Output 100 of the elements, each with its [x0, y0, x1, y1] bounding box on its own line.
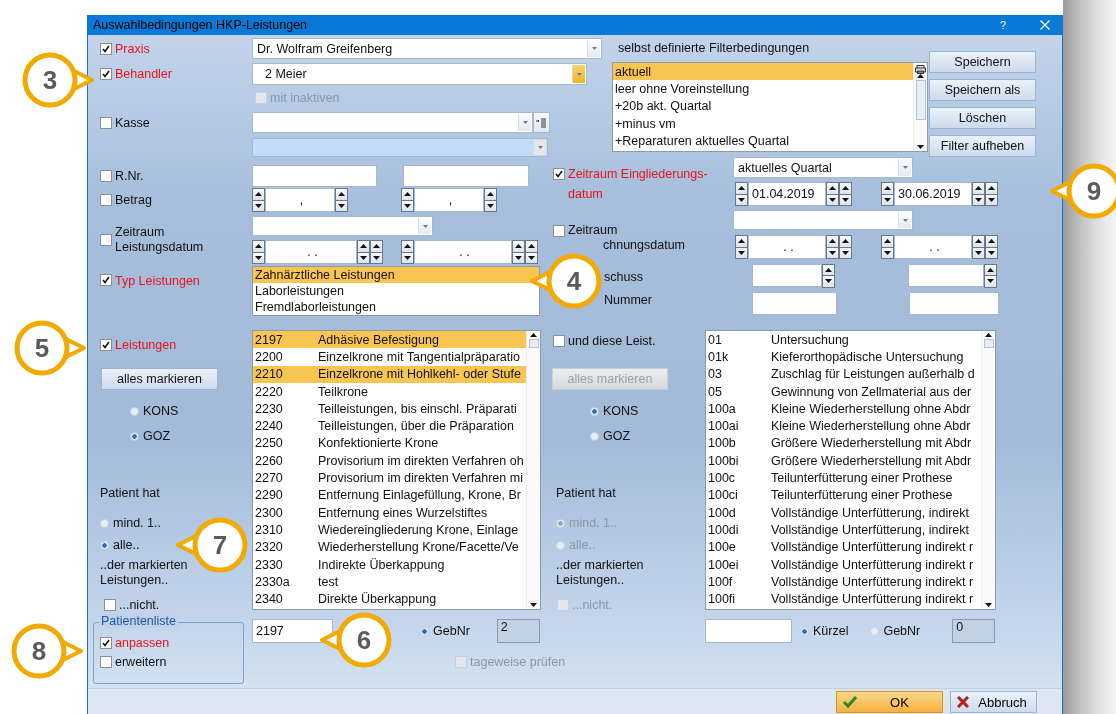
- radio-button[interactable]: [870, 626, 880, 636]
- filter-button[interactable]: Speichern als: [929, 79, 1036, 101]
- spin-up-button[interactable]: [985, 182, 998, 195]
- spin-up-button[interactable]: [881, 182, 894, 195]
- radio-button[interactable]: [800, 626, 809, 636]
- spin-up-button[interactable]: [401, 240, 414, 253]
- list-item[interactable]: 2230 Teilleistungen, bis einschl. Präparati: [253, 400, 526, 418]
- amount-field[interactable]: ,: [265, 188, 335, 212]
- list-item[interactable]: 2330a test: [253, 573, 526, 591]
- cancel-button[interactable]: Abbruch: [950, 691, 1037, 713]
- list-item[interactable]: 01 Untersuchung: [706, 331, 981, 349]
- list-item[interactable]: 2260 Provisorium im direkten Verfahren oh: [253, 452, 526, 470]
- list-item[interactable]: 100e Vollständige Unterfütterung indirekt r: [706, 538, 981, 556]
- spin-up-button[interactable]: [881, 235, 894, 248]
- radio-button[interactable]: [590, 406, 599, 416]
- list-item[interactable]: 2290 Entfernung Einlagefüllung, Krone, Br: [253, 486, 526, 504]
- list-item[interactable]: 100d Vollständige Unterfütterung, indirekt: [706, 503, 981, 522]
- list-item[interactable]: 03 Zuschlag für Leistungen außerhalb d: [706, 365, 981, 383]
- spin-up-button[interactable]: [252, 188, 265, 201]
- spin-up-button[interactable]: [826, 235, 839, 248]
- radio-button[interactable]: [420, 626, 429, 636]
- help-button[interactable]: ?: [999, 19, 1006, 31]
- dropdown-field[interactable]: 2 Meier: [252, 63, 587, 85]
- dropdown-field[interactable]: [733, 210, 913, 230]
- mark-all-button[interactable]: alles markieren: [101, 368, 218, 390]
- dropdown-field[interactable]: [252, 112, 533, 133]
- search-field[interactable]: [705, 619, 792, 643]
- list-item[interactable]: +20b akt. Quartal: [613, 97, 913, 116]
- amount-field[interactable]: [908, 264, 984, 287]
- list-item[interactable]: leer ohne Voreinstellung: [613, 80, 913, 98]
- scrollbar[interactable]: [526, 331, 540, 609]
- spin-up-button[interactable]: [839, 235, 852, 248]
- checkbox[interactable]: [553, 225, 565, 237]
- checkbox[interactable]: [100, 194, 112, 206]
- checkbox[interactable]: [104, 599, 116, 611]
- spin-up-button[interactable]: [525, 240, 538, 253]
- list-item[interactable]: 100ei Vollständige Unterfütterung indirekt r: [706, 555, 981, 574]
- list-item[interactable]: 2310 Wiedereingliederung Krone, Einlage: [253, 521, 526, 539]
- scrollbar[interactable]: [913, 63, 927, 151]
- checkbox[interactable]: [100, 636, 112, 649]
- dropdown-field[interactable]: aktuelles Quartal: [733, 157, 913, 178]
- list-item[interactable]: 01k Kieferorthopädische Untersuchung: [706, 348, 981, 366]
- date-field[interactable]: 01.04.2019: [748, 182, 826, 206]
- checkbox[interactable]: [100, 274, 112, 286]
- checkbox[interactable]: [100, 655, 112, 668]
- list-box[interactable]: [252, 330, 541, 610]
- amount-field[interactable]: ,: [414, 188, 484, 212]
- spin-up-button[interactable]: [357, 240, 370, 253]
- list-item[interactable]: 2340 Direkte Überkappung: [253, 590, 526, 608]
- spin-up-button[interactable]: [735, 235, 748, 248]
- radio-button[interactable]: [100, 518, 109, 528]
- scrollbar-thumb[interactable]: [915, 80, 926, 120]
- checkbox[interactable]: [553, 335, 565, 347]
- list-item[interactable]: +minus vm: [613, 115, 913, 133]
- spin-down-button[interactable]: [822, 275, 835, 288]
- list-item[interactable]: 100ci Teilunterfütterung einer Prothese: [706, 486, 981, 504]
- spin-up-button[interactable]: [252, 240, 265, 253]
- date-field[interactable]: . .: [414, 240, 512, 264]
- checkbox[interactable]: [100, 234, 112, 246]
- list-item[interactable]: 100di Vollständige Unterfütterung, indirekt: [706, 521, 981, 539]
- list-item[interactable]: 100f Vollständige Unterfütterung indirekt r: [706, 573, 981, 591]
- list-box[interactable]: aktuell leer ohne Voreinstellung +20b akt. Quartal +minus vm +Reparaturen aktuelles Quartal: [612, 62, 928, 152]
- checkbox[interactable]: [455, 656, 467, 668]
- list-item[interactable]: 100c Teilunterfütterung einer Prothese: [706, 469, 981, 487]
- ok-button[interactable]: OK: [836, 691, 943, 713]
- list-item[interactable]: 100b Größere Wiederherstellung mit Abdr: [706, 434, 981, 453]
- spin-up-button[interactable]: [972, 182, 985, 195]
- checkbox[interactable]: [100, 339, 112, 351]
- filter-button[interactable]: Löschen: [929, 107, 1036, 129]
- filter-button[interactable]: Speichern: [929, 51, 1036, 73]
- list-item[interactable]: 2200 Einzelkrone mit Tangentialpräparatio: [253, 348, 526, 366]
- list-item[interactable]: 2197 Adhäsive Befestigung: [253, 331, 526, 349]
- radio-button[interactable]: [590, 431, 599, 441]
- spin-up-button[interactable]: [839, 182, 852, 195]
- radio-button[interactable]: [130, 406, 139, 416]
- list-item[interactable]: Zahnärztliche Leistungen: [253, 267, 539, 283]
- list-item[interactable]: 2270 Provisorium im direkten Verfahren mi: [253, 469, 526, 487]
- list-item[interactable]: 100ai Kleine Wiederherstellung ohne Abdr: [706, 417, 981, 435]
- checkbox[interactable]: [100, 68, 112, 80]
- spin-down-button[interactable]: [984, 275, 997, 288]
- list-item[interactable]: 05 Gewinnung von Zellmaterial aus der: [706, 382, 981, 401]
- text-field[interactable]: [403, 165, 529, 187]
- date-field[interactable]: . .: [894, 235, 972, 259]
- list-item[interactable]: 2240 Teilleistungen, über die Präparation: [253, 417, 526, 435]
- filter-button[interactable]: Filter aufheben: [929, 135, 1036, 157]
- list-item[interactable]: 100fi Vollständige Unterfütterung indirekt r: [706, 590, 981, 608]
- text-field[interactable]: [252, 165, 377, 187]
- spin-up-button[interactable]: [985, 235, 998, 248]
- list-item[interactable]: 100a Kleine Wiederherstellung ohne Abdr: [706, 400, 981, 418]
- list-item[interactable]: 2210 Einzelkrone mit Hohlkehl- oder Stufe: [253, 365, 526, 383]
- text-field[interactable]: [752, 292, 837, 315]
- scrollbar-thumb[interactable]: [983, 339, 994, 348]
- list-item[interactable]: aktuell: [613, 63, 913, 81]
- spin-up-button[interactable]: [735, 182, 748, 195]
- list-item[interactable]: +Reparaturen aktuelles Quartal: [613, 132, 913, 150]
- radio-button[interactable]: [130, 431, 139, 441]
- scrollbar[interactable]: [981, 331, 995, 609]
- dropdown-field[interactable]: [252, 216, 433, 236]
- date-field[interactable]: . .: [748, 235, 826, 259]
- dropdown-field[interactable]: [252, 138, 548, 157]
